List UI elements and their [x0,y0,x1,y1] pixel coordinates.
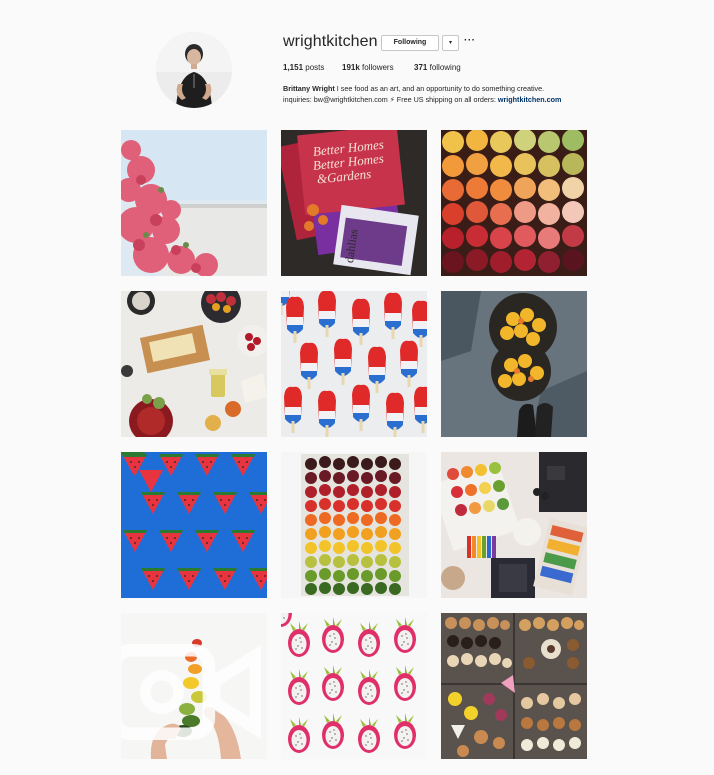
post-image [281,452,427,598]
video-camera-icon [121,644,261,740]
profile-full-name: Brittany Wright [283,84,335,93]
posts-stat: 1,151 posts [283,63,324,72]
followers-stat[interactable]: 191k followers [342,63,394,72]
post-thumbnail[interactable] [441,613,587,759]
followers-count: 191k [342,63,360,72]
following-label: following [429,63,461,72]
profile-avatar[interactable] [156,32,232,108]
more-options-icon[interactable]: ··· [464,35,476,47]
bio-text-line2: inquiries: bw@wrightkitchen.com ⚡ Free U… [283,95,498,104]
post-thumbnail[interactable]: Better Homes Better Homes &Gardens dahli… [281,130,427,276]
post-image [441,452,587,598]
posts-label: posts [305,63,325,72]
following-button[interactable]: Following [381,35,439,51]
post-image [121,452,267,598]
post-image: Better Homes Better Homes &Gardens dahli… [281,130,427,276]
post-thumbnail[interactable] [121,613,267,759]
post-image [441,613,587,759]
post-thumbnail[interactable] [441,130,587,276]
post-image [121,130,267,276]
post-image [281,291,427,437]
post-thumbnail[interactable] [121,452,267,598]
post-image [441,291,587,437]
post-thumbnail[interactable] [281,452,427,598]
post-thumbnail[interactable] [121,130,267,276]
post-thumbnail[interactable] [281,613,427,759]
bio-text-line1: I see food as an art, and an opportunity… [334,84,545,93]
following-count: 371 [414,63,428,72]
following-stat[interactable]: 371 following [414,63,461,72]
post-thumbnail[interactable] [281,291,427,437]
website-link[interactable]: wrightkitchen.com [498,95,562,104]
follow-dropdown-button[interactable]: ▾ [442,35,459,51]
post-thumbnail[interactable] [441,452,587,598]
post-thumbnail[interactable] [441,291,587,437]
profile-bio: Brittany Wright I see food as an art, an… [283,83,603,105]
post-thumbnail[interactable] [121,291,267,437]
chevron-down-icon: ▾ [448,40,452,46]
avatar-image [156,32,232,108]
followers-label: followers [362,63,394,72]
posts-count: 1,151 [283,63,304,72]
post-grid: Better Homes Better Homes &Gardens dahli… [121,130,587,759]
post-image [281,613,427,759]
post-image [441,130,587,276]
profile-username: wrightkitchen [283,33,378,50]
post-image [121,291,267,437]
